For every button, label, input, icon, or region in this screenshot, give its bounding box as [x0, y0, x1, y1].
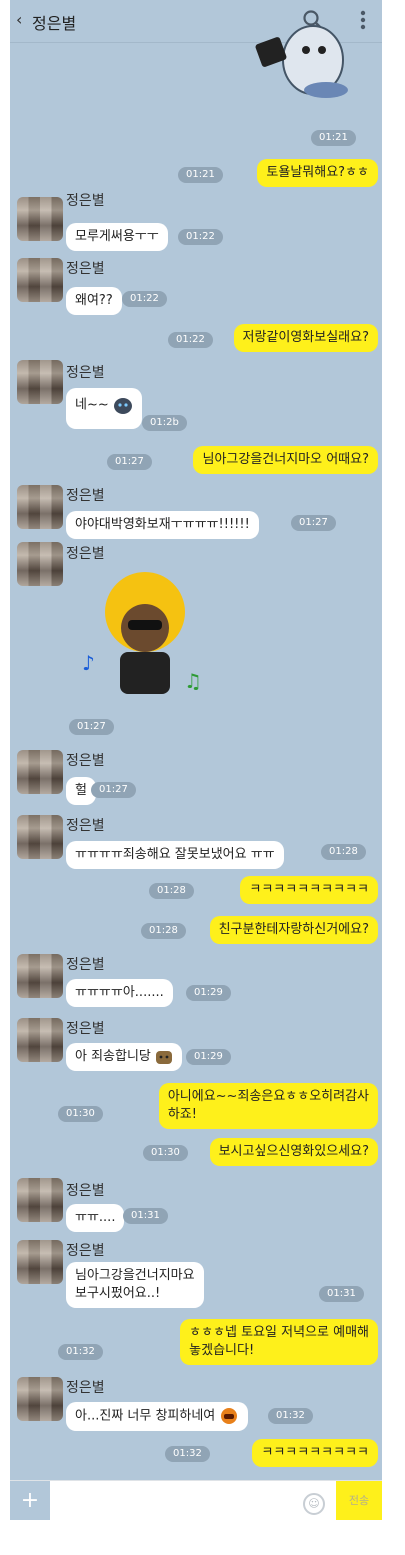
page-margin: [382, 0, 405, 1520]
avatar[interactable]: [17, 1018, 63, 1062]
avatar[interactable]: [17, 197, 63, 241]
message-time: 01:22: [168, 332, 213, 348]
message-time: 01:21: [178, 167, 223, 183]
message-time: 01:31: [319, 1286, 364, 1302]
message-text: 아 죄송합니당: [75, 1049, 151, 1064]
message-time: 01:2b: [142, 415, 187, 431]
message-text: 아...진짜 너무 창피하네여: [75, 1408, 216, 1424]
message-time: 01:30: [143, 1145, 188, 1161]
back-button[interactable]: ‹: [16, 10, 22, 29]
message-time: 01:32: [58, 1344, 103, 1360]
message-time: 01:31: [123, 1208, 168, 1224]
message-composer: + ☺ 전송: [10, 1480, 382, 1520]
message-bubble[interactable]: ㅋㅋㅋㅋㅋㅋㅋㅋㅋㅋ: [240, 876, 378, 904]
avatar[interactable]: [17, 815, 63, 859]
sender-name: 정은별: [66, 818, 105, 834]
message-bubble[interactable]: ㅠㅠㅠㅠ아.......: [66, 979, 173, 1007]
sender-name: 정은별: [66, 261, 105, 277]
message-time: 01:21: [311, 130, 356, 146]
message-time: 01:22: [178, 229, 223, 245]
message-time: 01:28: [149, 883, 194, 899]
sender-name: 정은별: [66, 1380, 105, 1396]
chat-title: 정은별: [32, 14, 77, 33]
message-time: 01:32: [165, 1446, 210, 1462]
chat-window: ‹ 정은별 01:21 01:21 토욜날뭐해요?ㅎㅎ 정은별 모루게써용ㅜㅜ …: [10, 0, 382, 1520]
message-bubble[interactable]: ㅠㅠ....: [66, 1204, 125, 1232]
message-time: 01:29: [186, 1049, 231, 1065]
character-sticker: ♪ ♫: [80, 570, 210, 705]
message-bubble[interactable]: 친구분한테자랑하신거에요?: [209, 916, 378, 944]
avatar[interactable]: [17, 1377, 63, 1421]
message-input[interactable]: [54, 1487, 308, 1517]
avatar[interactable]: [17, 360, 63, 404]
svg-text:♫: ♫: [184, 669, 202, 693]
message-time: 01:22: [122, 291, 167, 307]
message-time: 01:27: [107, 454, 152, 470]
message-bubble[interactable]: ㅠㅠㅠㅠ죄송해요 잘못보냈어요 ㅠㅠ: [66, 841, 284, 869]
emoticon-icon: [155, 1049, 173, 1065]
message-bubble[interactable]: ㅋㅋㅋㅋㅋㅋㅋㅋㅋ: [252, 1439, 378, 1467]
emoji-icon[interactable]: ☺: [303, 1493, 325, 1515]
message-time: 01:28: [321, 844, 366, 860]
sender-name: 정은별: [66, 1183, 105, 1199]
sender-name: 정은별: [66, 488, 105, 504]
message-bubble[interactable]: 야야대박영화보재ㅜㅠㅠㅠ!!!!!!: [66, 511, 259, 539]
avatar[interactable]: [17, 258, 63, 302]
sender-name: 정은별: [66, 193, 105, 209]
message-bubble[interactable]: 토욜날뭐해요?ㅎㅎ: [257, 159, 378, 187]
message-time: 01:32: [268, 1408, 313, 1424]
message-bubble[interactable]: 저랑같이영화보실래요?: [233, 324, 378, 352]
message-bubble[interactable]: 네~~: [66, 388, 142, 429]
svg-text:♪: ♪: [82, 651, 95, 675]
message-bubble[interactable]: ㅎㅎㅎ넵 토요일 저녁으로 예매해 놓겠습니다!: [180, 1319, 378, 1365]
avatar[interactable]: [17, 1240, 63, 1284]
character-sticker: [248, 10, 358, 105]
message-bubble[interactable]: 님아그강을건너지마오 어때요?: [193, 446, 378, 474]
sender-name: 정은별: [66, 1243, 105, 1259]
message-bubble[interactable]: 왜여??: [66, 287, 122, 315]
message-time: 01:27: [69, 719, 114, 735]
message-time: 01:27: [91, 782, 136, 798]
attach-button[interactable]: +: [10, 1481, 50, 1520]
emoticon-icon: [219, 1407, 239, 1425]
avatar[interactable]: [17, 750, 63, 794]
send-button[interactable]: 전송: [336, 1481, 382, 1520]
sender-name: 정은별: [66, 753, 105, 769]
message-time: 01:30: [58, 1106, 103, 1122]
message-bubble[interactable]: 아...진짜 너무 창피하네여: [66, 1402, 249, 1431]
message-time: 01:27: [291, 515, 336, 531]
message-time: 01:28: [141, 923, 186, 939]
avatar[interactable]: [17, 485, 63, 529]
more-vert-icon[interactable]: [359, 9, 367, 35]
sender-name: 정은별: [66, 1021, 105, 1037]
message-bubble[interactable]: 모루게써용ㅜㅜ: [66, 223, 168, 251]
sender-name: 정은별: [66, 957, 105, 973]
emoticon-icon: [113, 396, 133, 414]
message-bubble[interactable]: 님아그강을건너지마요 보구시펐어요..!: [66, 1262, 204, 1308]
message-bubble[interactable]: 아니에요~~죄송은요ㅎㅎ오히려감사 하죠!: [158, 1083, 378, 1129]
sender-name: 정은별: [66, 365, 105, 381]
sender-name: 정은별: [66, 546, 105, 562]
message-time: 01:29: [186, 985, 231, 1001]
avatar[interactable]: [17, 542, 63, 586]
message-bubble[interactable]: 보시고싶으신영화있으세요?: [209, 1138, 378, 1166]
avatar[interactable]: [17, 954, 63, 998]
message-bubble[interactable]: 아 죄송합니당: [66, 1043, 183, 1071]
message-text: 네~~: [75, 397, 109, 413]
avatar[interactable]: [17, 1178, 63, 1222]
